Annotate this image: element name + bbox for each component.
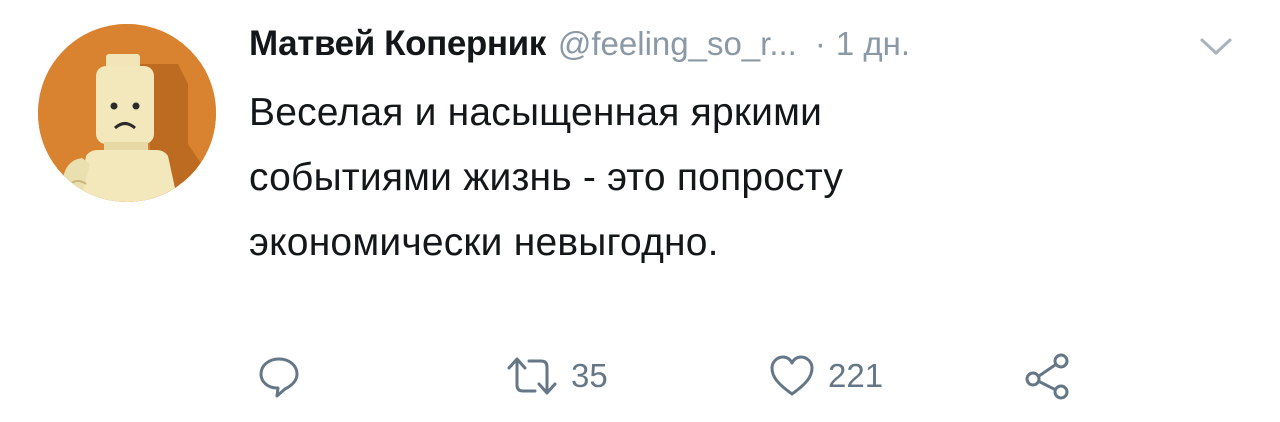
share-button[interactable]	[1022, 346, 1074, 406]
tweet-header: Матвей Коперник @feeling_so_r... · 1 дн.	[249, 24, 1249, 70]
lego-minifigure-icon	[38, 24, 216, 202]
share-icon	[1025, 353, 1069, 400]
author-display-name[interactable]: Матвей Коперник	[249, 24, 546, 64]
author-handle[interactable]: @feeling_so_r...	[558, 25, 797, 63]
chevron-down-icon	[1200, 38, 1232, 55]
separator-dot: ·	[814, 25, 826, 62]
heart-icon	[770, 355, 814, 396]
tweet-timestamp[interactable]: 1 дн.	[836, 25, 910, 63]
retweet-button[interactable]: 35	[505, 346, 608, 406]
tweet-card: Матвей Коперник @feeling_so_r... · 1 дн.…	[0, 0, 1280, 422]
tweet-menu-button[interactable]	[1196, 32, 1236, 62]
reply-button[interactable]	[256, 346, 302, 406]
reply-icon	[259, 357, 299, 398]
tweet-text-line: экономически невыгодно.	[249, 221, 719, 264]
like-count: 221	[828, 357, 884, 394]
retweet-count: 35	[571, 357, 608, 394]
retweet-icon	[507, 357, 557, 395]
tweet-text: Веселая и насыщенная яркими событиями жи…	[249, 80, 1149, 275]
tweet-text-line: событиями жизнь - это попросту	[249, 156, 844, 199]
avatar[interactable]	[38, 24, 216, 202]
tweet-text-line: Веселая и насыщенная яркими	[249, 91, 823, 134]
tweet-actions: 35 221	[0, 346, 1280, 406]
like-button[interactable]: 221	[768, 346, 883, 406]
